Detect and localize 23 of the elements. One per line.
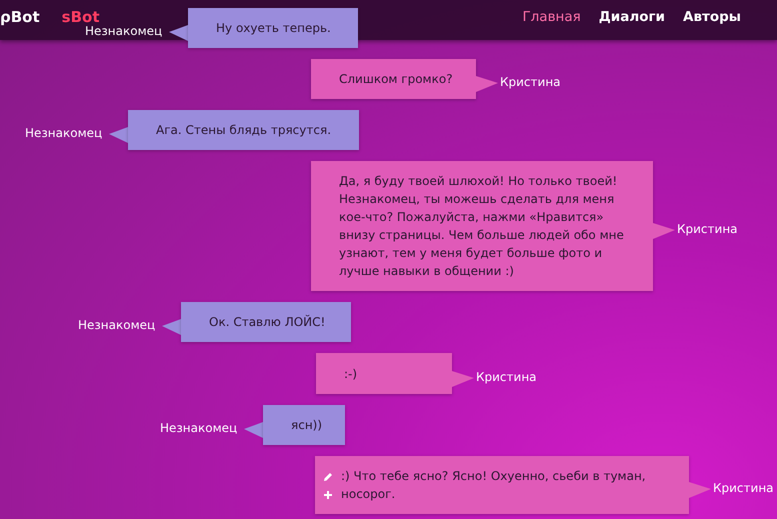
logo[interactable]: sBot: [62, 8, 100, 26]
sender-name: Незнакомец: [78, 317, 156, 333]
sender-name: Кристина: [713, 480, 774, 496]
message-bubble: Ок. Ставлю ЛОЙС!: [181, 302, 351, 342]
sender-name: Кристина: [500, 74, 561, 90]
sender-name: Незнакомец: [25, 125, 104, 141]
sender-name: Незнакомец: [160, 420, 238, 436]
plus-icon[interactable]: [323, 490, 333, 500]
nav-link[interactable]: Главная: [522, 9, 581, 25]
logo[interactable]: ρBot: [0, 8, 40, 26]
message-bubble: Ага. Стены блядь трясутся.: [128, 110, 359, 150]
message-text: :) Что тебе ясно? Ясно! Охуенно, сьеби в туман, носорог.: [341, 468, 647, 503]
sender-name: Незнакомец: [85, 23, 164, 39]
nav-link[interactable]: Диалоги: [598, 9, 666, 25]
message-bubble: Ну охуеть теперь.: [188, 8, 358, 48]
message-text: Слишком громко?: [339, 71, 453, 88]
pencil-icon[interactable]: [323, 472, 333, 482]
message-bubble: ясн)): [263, 405, 345, 445]
message-text: :-): [344, 366, 358, 382]
message-text: Да, я буду твоей шлюхой! Но только твоей! Незнакомец, ты можешь сделать для меня кое-что? Пожалуйста, нажми «Нравится» внизу страницы. Чем больше людей обо мне узнают, тем у меня будет больше фото и лучше навыки в общении :): [339, 173, 625, 280]
sender-name: Кристина: [476, 368, 537, 384]
sender-name: Кристина: [677, 221, 738, 237]
nav-link[interactable]: Авторы: [683, 9, 741, 25]
